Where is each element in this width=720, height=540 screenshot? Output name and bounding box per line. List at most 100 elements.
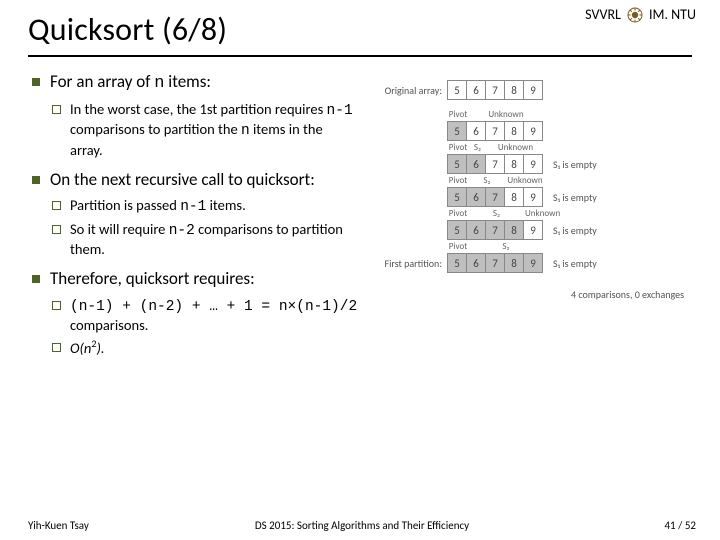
cell: 9 bbox=[523, 154, 543, 174]
bullet-text: On the next recursive call to quicksort: bbox=[50, 169, 315, 190]
t: comparisons. bbox=[70, 316, 148, 334]
page-current: 41 bbox=[664, 519, 675, 532]
slide: SVVRL IM. NTU Quicksort (6/8) For an arr… bbox=[0, 0, 720, 540]
t: In the worst case, the 1st partition req… bbox=[70, 100, 327, 118]
page-total: 52 bbox=[685, 519, 696, 532]
t: Partition is passed bbox=[70, 196, 180, 214]
bullet-item: On the next recursive call to quicksort:… bbox=[28, 169, 358, 259]
cells: 56789 bbox=[448, 121, 543, 141]
cell: 9 bbox=[523, 220, 543, 240]
cell: 5 bbox=[447, 220, 467, 240]
t: comparisons to partition the bbox=[70, 120, 241, 138]
formula: (n-1) + (n-2) + … + 1 = n×(n-1)/2 bbox=[70, 299, 357, 315]
brand-right: IM. NTU bbox=[649, 6, 696, 23]
row-label: Original array: bbox=[370, 84, 442, 97]
cell: 7 bbox=[485, 154, 505, 174]
pivot-label: Pivot bbox=[448, 175, 468, 186]
sub-item: So it will require n-2 comparisons to pa… bbox=[50, 220, 358, 258]
t: items. bbox=[206, 196, 245, 214]
cell: 8 bbox=[504, 154, 524, 174]
cell: 9 bbox=[523, 253, 543, 273]
cell: 8 bbox=[504, 253, 524, 273]
cell: 8 bbox=[504, 187, 524, 207]
ntu-crest-icon bbox=[627, 7, 643, 23]
m: n-2 bbox=[169, 223, 195, 239]
brand-block: SVVRL IM. NTU bbox=[585, 6, 696, 23]
diagram-row: 56789 S₁ is empty bbox=[370, 219, 692, 241]
cells: 56789 bbox=[448, 80, 543, 100]
m: n-1 bbox=[180, 199, 206, 215]
cell: 5 bbox=[447, 121, 467, 141]
body: For an array of n items: In the worst ca… bbox=[28, 71, 692, 367]
cell: 5 bbox=[447, 253, 467, 273]
content-column: For an array of n items: In the worst ca… bbox=[28, 71, 358, 367]
cell: 9 bbox=[523, 121, 543, 141]
cell: 6 bbox=[466, 187, 486, 207]
t: So it will require bbox=[70, 220, 169, 238]
cell: 6 bbox=[466, 220, 486, 240]
diagram-row-original: Original array: 56789 bbox=[370, 79, 692, 101]
seg-label: Unknown bbox=[487, 142, 544, 153]
cell: 7 bbox=[485, 121, 505, 141]
row-label: First partition: bbox=[370, 257, 442, 270]
cell: 8 bbox=[504, 121, 524, 141]
sub-list: In the worst case, the 1st partition req… bbox=[50, 100, 358, 158]
cell: 8 bbox=[504, 220, 524, 240]
sub-item: (n-1) + (n-2) + … + 1 = n×(n-1)/2 compar… bbox=[50, 296, 358, 334]
cell: 8 bbox=[504, 80, 524, 100]
cell: 5 bbox=[447, 154, 467, 174]
pivot-label: Pivot bbox=[448, 208, 468, 219]
seg-label: S₂ bbox=[468, 241, 544, 252]
cell: 6 bbox=[466, 154, 486, 174]
bigO-post: ). bbox=[97, 339, 105, 357]
m: n bbox=[241, 123, 250, 139]
diagram-row: First partition: 56789 S₁ is empty bbox=[370, 252, 692, 274]
cell: 5 bbox=[447, 80, 467, 100]
diagram-row: 56789 S₁ is empty bbox=[370, 153, 692, 175]
seg-label: Unknown bbox=[506, 175, 544, 186]
bullet-mono: n bbox=[154, 74, 164, 93]
seg-label: S₂ bbox=[468, 142, 487, 153]
seg-label: Unknown bbox=[468, 109, 544, 120]
cells: 56789 bbox=[448, 220, 543, 240]
seg-label: S₂ bbox=[468, 208, 525, 219]
diagram-caption: 4 comparisons, 0 exchanges bbox=[370, 288, 692, 301]
footer-course: DS 2015: Sorting Algorithms and Their Ef… bbox=[255, 519, 469, 532]
diagram-column: Original array: 56789 PivotUnknown56789P… bbox=[370, 71, 692, 367]
segment-labels: PivotS₂ bbox=[448, 241, 692, 252]
sub-item: O(n2). bbox=[50, 338, 358, 357]
segment-labels: PivotS₂Unknown bbox=[448, 175, 692, 186]
segment-labels: PivotS₂Unknown bbox=[448, 142, 692, 153]
page-sep: / bbox=[676, 519, 685, 532]
cell: 7 bbox=[485, 187, 505, 207]
m: n-1 bbox=[327, 103, 353, 119]
bullet-item: Therefore, quicksort requires: (n-1) + (… bbox=[28, 268, 358, 356]
footer-page: 41 / 52 bbox=[664, 519, 696, 532]
diagram-row: 56789 bbox=[370, 120, 692, 142]
row-right-label: S₁ is empty bbox=[553, 224, 597, 237]
cell: 9 bbox=[523, 187, 543, 207]
cell: 5 bbox=[447, 187, 467, 207]
diagram-steps: PivotUnknown56789PivotS₂Unknown56789S₁ i… bbox=[370, 109, 692, 274]
row-right-label: S₁ is empty bbox=[553, 158, 597, 171]
bigO-pre: O( bbox=[70, 339, 84, 357]
seg-label: S₂ bbox=[468, 175, 506, 186]
sub-item: Partition is passed n-1 items. bbox=[50, 196, 358, 216]
seg-label: Unknown bbox=[525, 208, 544, 219]
cell: 7 bbox=[485, 253, 505, 273]
row-right-label: S₁ is empty bbox=[553, 257, 597, 270]
cells: 56789 bbox=[448, 253, 543, 273]
cell: 6 bbox=[466, 253, 486, 273]
diagram-row: 56789S₁ is empty bbox=[370, 186, 692, 208]
segment-labels: PivotS₂Unknown bbox=[448, 208, 692, 219]
bullet-item: For an array of n items: In the worst ca… bbox=[28, 71, 358, 159]
bullet-text: For an array of bbox=[50, 71, 154, 92]
cell: 9 bbox=[523, 80, 543, 100]
cell: 7 bbox=[485, 80, 505, 100]
cells: 56789 bbox=[448, 187, 543, 207]
sub-list: Partition is passed n-1 items. So it wil… bbox=[50, 196, 358, 258]
footer: Yih-Kuen Tsay DS 2015: Sorting Algorithm… bbox=[28, 519, 696, 532]
pivot-label: Pivot bbox=[448, 241, 468, 252]
bullet-text: Therefore, quicksort requires: bbox=[50, 268, 255, 289]
cell: 6 bbox=[466, 80, 486, 100]
